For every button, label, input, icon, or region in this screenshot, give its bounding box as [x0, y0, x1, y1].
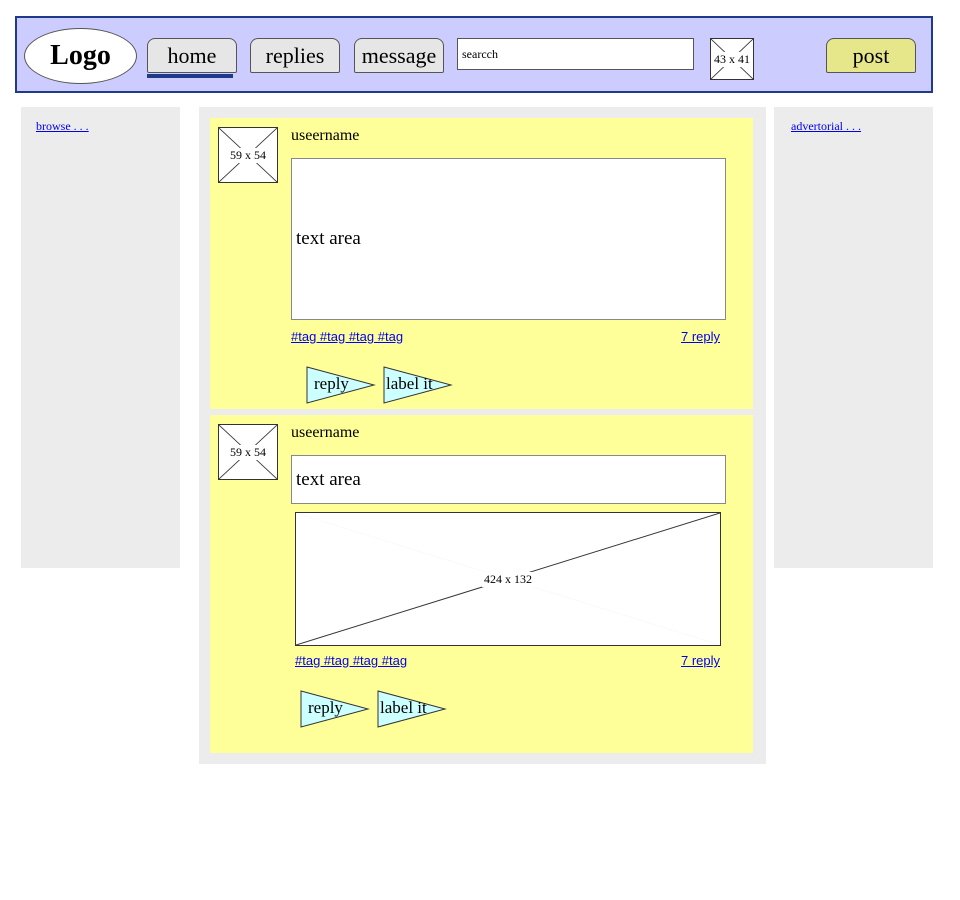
label-it-label: label it — [386, 374, 433, 393]
placeholder-label: 59 x 54 — [228, 147, 268, 163]
advertorial-link[interactable]: advertorial . . . — [791, 119, 861, 134]
username[interactable]: useername — [291, 127, 359, 145]
browse-link[interactable]: browse . . . — [36, 119, 89, 134]
username[interactable]: useername — [291, 424, 359, 442]
post-card: 59 x 54 useername text area 424 x 132 #t… — [210, 415, 753, 753]
reply-label: reply — [308, 698, 343, 717]
reply-label: reply — [314, 374, 349, 393]
post-text-area[interactable]: text area — [291, 158, 726, 320]
reply-count[interactable]: 7 reply — [681, 653, 720, 668]
label-it-label: label it — [380, 698, 427, 717]
post-tags[interactable]: #tag #tag #tag #tag — [295, 653, 407, 668]
label-it-button[interactable]: label it — [383, 366, 453, 404]
placeholder-label: 424 x 132 — [482, 571, 534, 587]
avatar[interactable]: 59 x 54 — [218, 424, 278, 480]
post-text-area[interactable]: text area — [291, 455, 726, 504]
header-bar: Logo home replies message searcch 43 x 4… — [15, 16, 933, 93]
placeholder-label: 59 x 54 — [228, 444, 268, 460]
active-tab-indicator — [147, 74, 233, 78]
search-input[interactable]: searcch — [457, 38, 694, 70]
right-sidebar: advertorial . . . — [774, 107, 933, 568]
reply-button[interactable]: reply — [306, 366, 376, 404]
logo[interactable]: Logo — [24, 28, 137, 84]
placeholder-label: 43 x 41 — [712, 51, 752, 67]
nav-message[interactable]: message — [354, 38, 444, 73]
avatar[interactable]: 59 x 54 — [218, 127, 278, 183]
reply-button[interactable]: reply — [300, 690, 370, 728]
header-icon-placeholder[interactable]: 43 x 41 — [710, 38, 754, 80]
post-card: 59 x 54 useername text area #tag #tag #t… — [210, 118, 753, 409]
nav-home[interactable]: home — [147, 38, 237, 73]
label-it-button[interactable]: label it — [377, 690, 447, 728]
post-tags[interactable]: #tag #tag #tag #tag — [291, 329, 403, 344]
feed: 59 x 54 useername text area #tag #tag #t… — [199, 107, 766, 764]
post-image[interactable]: 424 x 132 — [295, 512, 721, 646]
left-sidebar: browse . . . — [21, 107, 180, 568]
nav-replies[interactable]: replies — [250, 38, 340, 73]
post-button[interactable]: post — [826, 38, 916, 73]
reply-count[interactable]: 7 reply — [681, 329, 720, 344]
